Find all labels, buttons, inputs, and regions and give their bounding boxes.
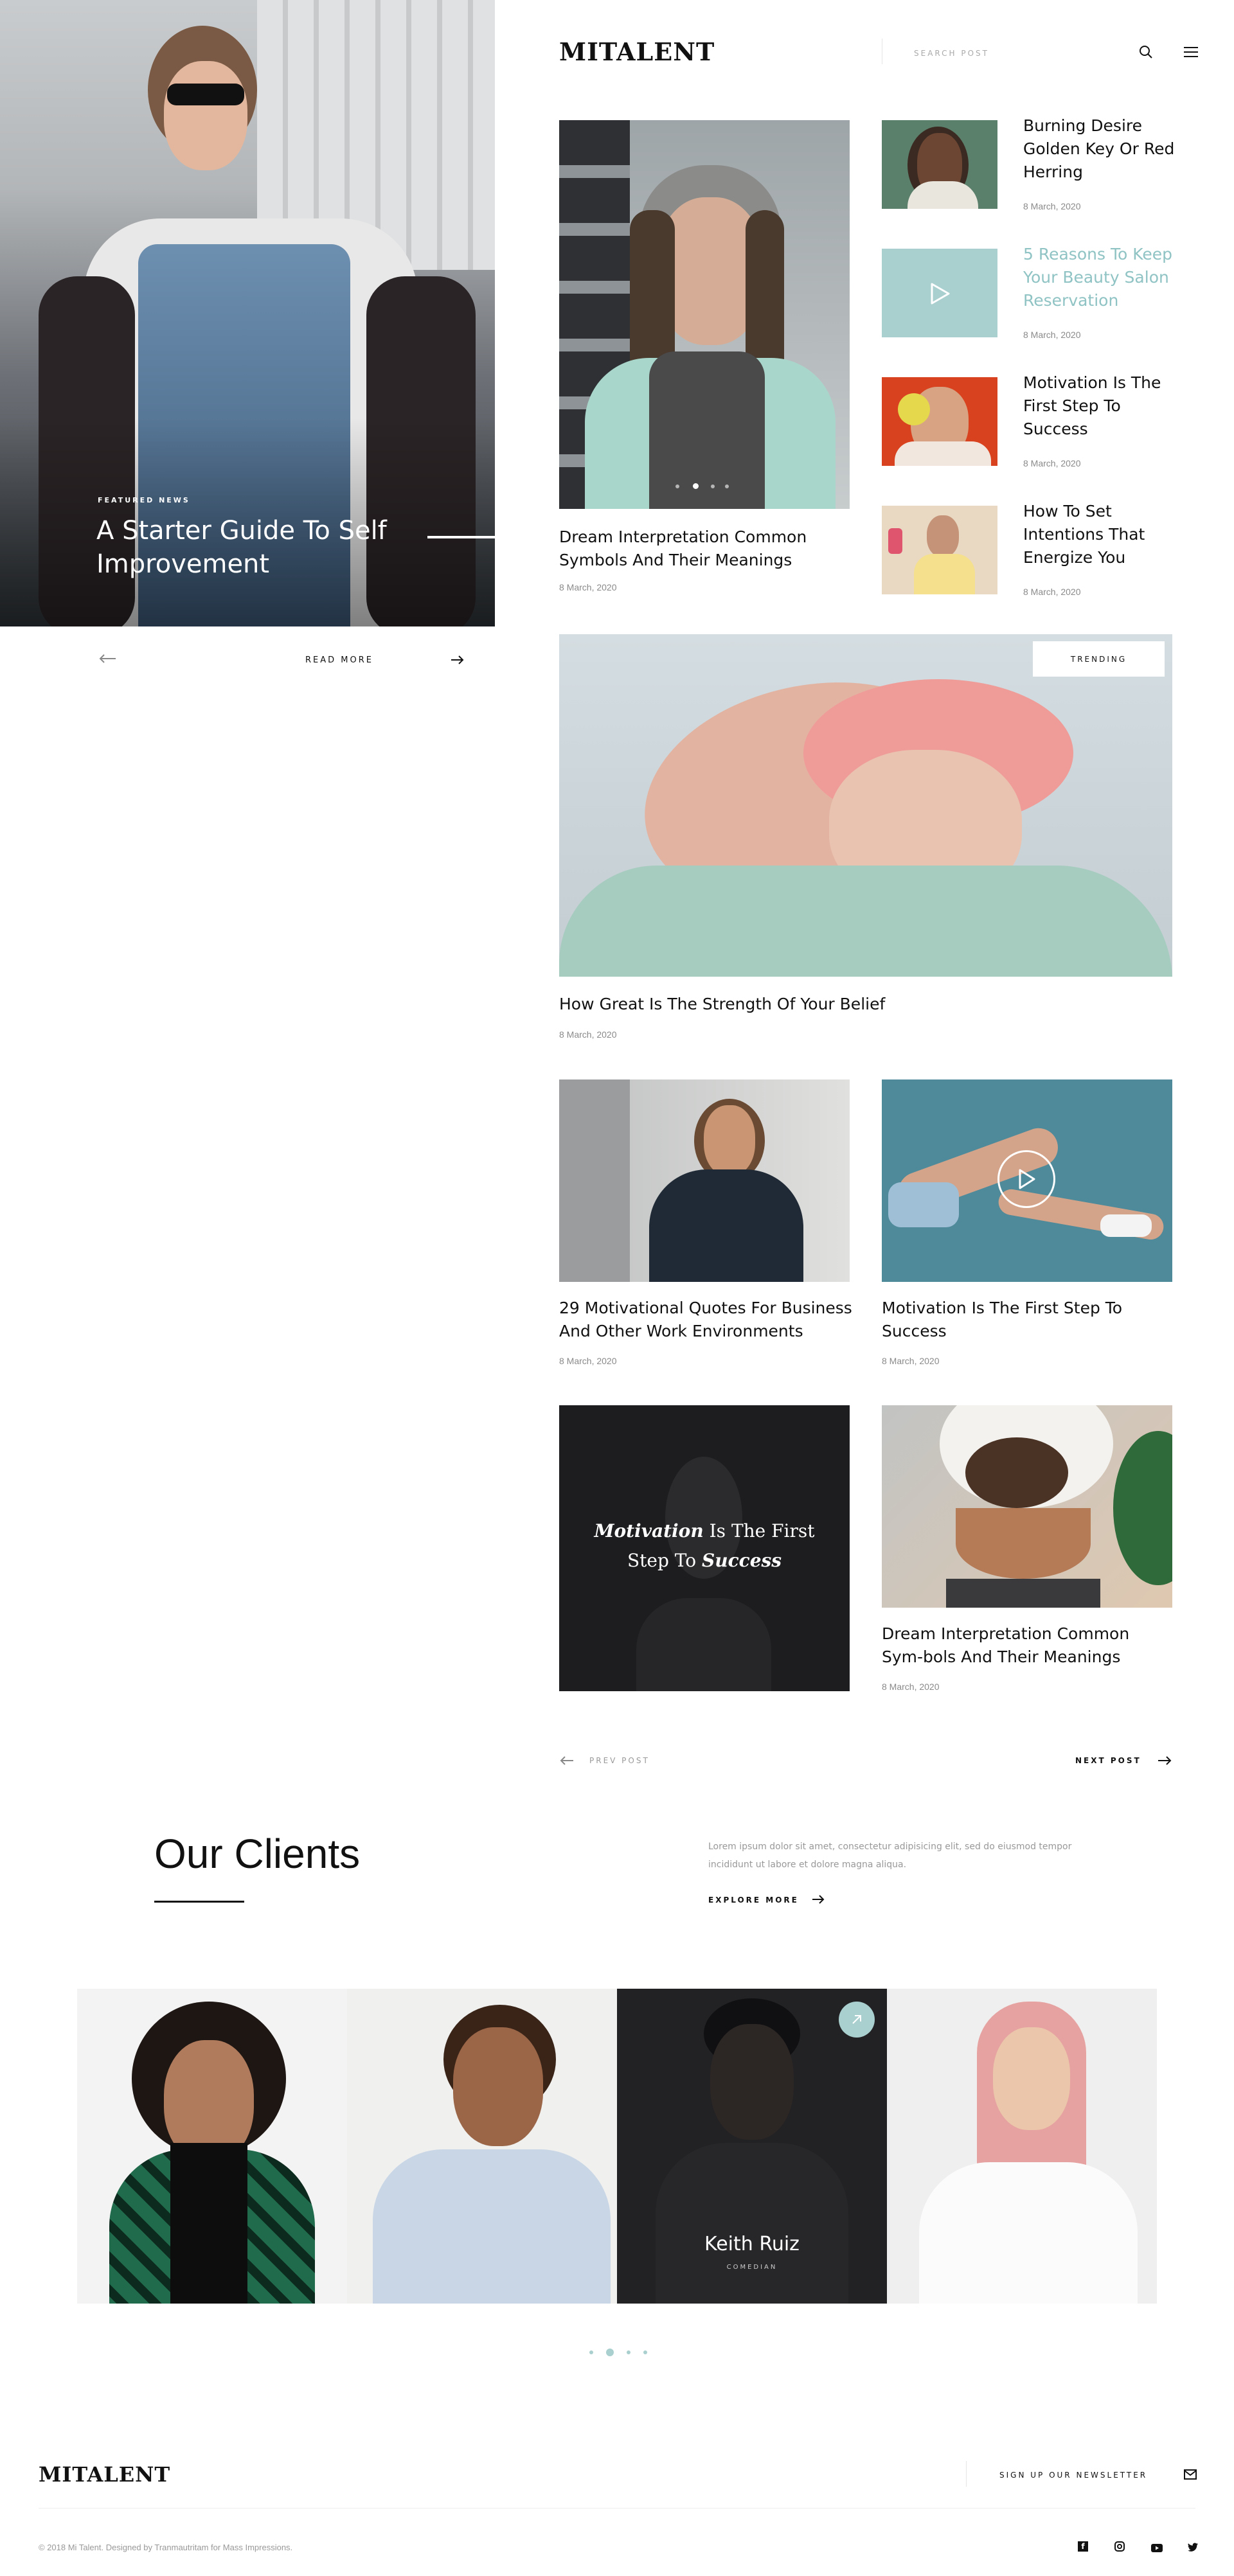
side-post-3-image[interactable] (882, 377, 997, 466)
footer-divider-vertical (966, 2461, 967, 2487)
menu-icon[interactable] (1184, 46, 1198, 60)
clients-heading: Our Clients (154, 1831, 361, 1877)
side-post-1-date: 8 March, 2020 (1023, 201, 1081, 211)
grid-post-3-date: 8 March, 2020 (882, 1682, 940, 1692)
play-icon[interactable] (929, 282, 951, 308)
site-logo[interactable]: MITALENT (559, 37, 715, 66)
side-post-4-date: 8 March, 2020 (1023, 587, 1081, 597)
next-post-link[interactable]: NEXT POST (1075, 1756, 1141, 1765)
client-name: Keith Ruiz (704, 2233, 800, 2255)
trending-image[interactable] (559, 634, 1172, 977)
side-post-4-image[interactable] (882, 506, 997, 594)
client-role: COMEDIAN (726, 2264, 778, 2271)
featured-image[interactable] (559, 120, 850, 509)
hero-title-line (427, 536, 495, 538)
grid-post-3-image[interactable] (882, 1405, 1172, 1608)
arrow-up-right-icon[interactable] (839, 2002, 875, 2038)
trending-date: 8 March, 2020 (559, 1029, 617, 1040)
slider-dot[interactable] (643, 2350, 647, 2354)
side-post-2-title[interactable]: 5 Reasons To Keep Your Beauty Salon Rese… (1023, 243, 1184, 312)
mail-icon[interactable] (1184, 2469, 1197, 2482)
search-input[interactable]: SEARCH POST (914, 49, 989, 58)
clients-heading-underline (154, 1901, 244, 1903)
arrow-left-icon[interactable] (559, 1755, 575, 1769)
slider-dot[interactable] (627, 2350, 630, 2354)
trending-title[interactable]: How Great Is The Strength Of Your Belief (559, 993, 1172, 1016)
facebook-icon[interactable]: f (1078, 2541, 1088, 2552)
play-icon[interactable] (997, 1150, 1055, 1208)
grid-post-2-video[interactable] (882, 1079, 1172, 1282)
grid-post-2-date: 8 March, 2020 (882, 1356, 940, 1366)
youtube-icon[interactable] (1151, 2543, 1163, 2555)
read-more-button[interactable]: READ MORE (305, 655, 373, 665)
side-post-2-date: 8 March, 2020 (1023, 330, 1081, 340)
quote-text: Motivation Is The First Step To Success (559, 1516, 850, 1576)
grid-post-1-date: 8 March, 2020 (559, 1356, 617, 1366)
quote-text-1: Is The First (703, 1520, 815, 1541)
featured-date: 8 March, 2020 (559, 582, 617, 592)
client-card-4[interactable] (887, 1989, 1157, 2304)
grid-post-1-title[interactable]: 29 Motivational Quotes For Business And … (559, 1297, 855, 1343)
side-post-2-video[interactable] (882, 249, 997, 337)
client-card-3[interactable] (617, 1989, 887, 2304)
quote-emph-2: Success (702, 1550, 782, 1571)
arrow-right-icon[interactable] (1157, 1755, 1172, 1769)
side-post-1-image[interactable] (882, 120, 997, 209)
copyright: © 2018 Mi Talent. Designed by Tranmautri… (39, 2543, 293, 2552)
trending-badge: TRENDING (1033, 641, 1165, 677)
grid-post-3-title[interactable]: Dream Interpretation Common Sym-bols And… (882, 1622, 1172, 1669)
twitter-icon[interactable] (1188, 2542, 1198, 2554)
hero-title[interactable]: A Starter Guide To Self Improvement (96, 514, 431, 581)
quote-text-2: Step To (627, 1550, 702, 1571)
quote-emph-1: Motivation (594, 1520, 704, 1541)
hero-next-arrow-icon[interactable] (152, 652, 171, 665)
side-post-4-title[interactable]: How To Set Intentions That Energize You (1023, 500, 1184, 569)
newsletter-link[interactable]: SIGN UP OUR NEWSLETTER (999, 2471, 1147, 2480)
side-post-3-title[interactable]: Motivation Is The First Step To Success (1023, 371, 1184, 441)
footer-divider (39, 2508, 1195, 2509)
hero-label: FEATURED NEWS (98, 496, 190, 504)
grid-post-1-image[interactable] (559, 1079, 850, 1282)
footer-logo[interactable]: MITALENT (39, 2462, 170, 2487)
read-more-arrow-icon[interactable] (450, 653, 465, 669)
explore-more-link[interactable]: EXPLORE MORE (708, 1896, 799, 1905)
side-post-1-title[interactable]: Burning Desire Golden Key Or Red Herring (1023, 114, 1184, 184)
slider-dot[interactable] (589, 2350, 593, 2354)
hero-prev-arrow-icon[interactable] (98, 652, 117, 665)
slider-dot-active[interactable] (606, 2349, 614, 2356)
search-icon[interactable] (1139, 45, 1153, 62)
prev-post-link[interactable]: PREV POST (589, 1756, 650, 1765)
client-card-2[interactable] (347, 1989, 617, 2304)
side-post-3-date: 8 March, 2020 (1023, 458, 1081, 468)
arrow-right-icon[interactable] (811, 1894, 825, 1908)
instagram-icon[interactable] (1114, 2541, 1125, 2554)
grid-post-2-title[interactable]: Motivation Is The First Step To Success (882, 1297, 1172, 1343)
client-card-1[interactable] (77, 1989, 347, 2304)
featured-title[interactable]: Dream Interpretation Common Symbols And … (559, 526, 850, 572)
clients-text: Lorem ipsum dolor sit amet, consectetur … (708, 1842, 1072, 1870)
